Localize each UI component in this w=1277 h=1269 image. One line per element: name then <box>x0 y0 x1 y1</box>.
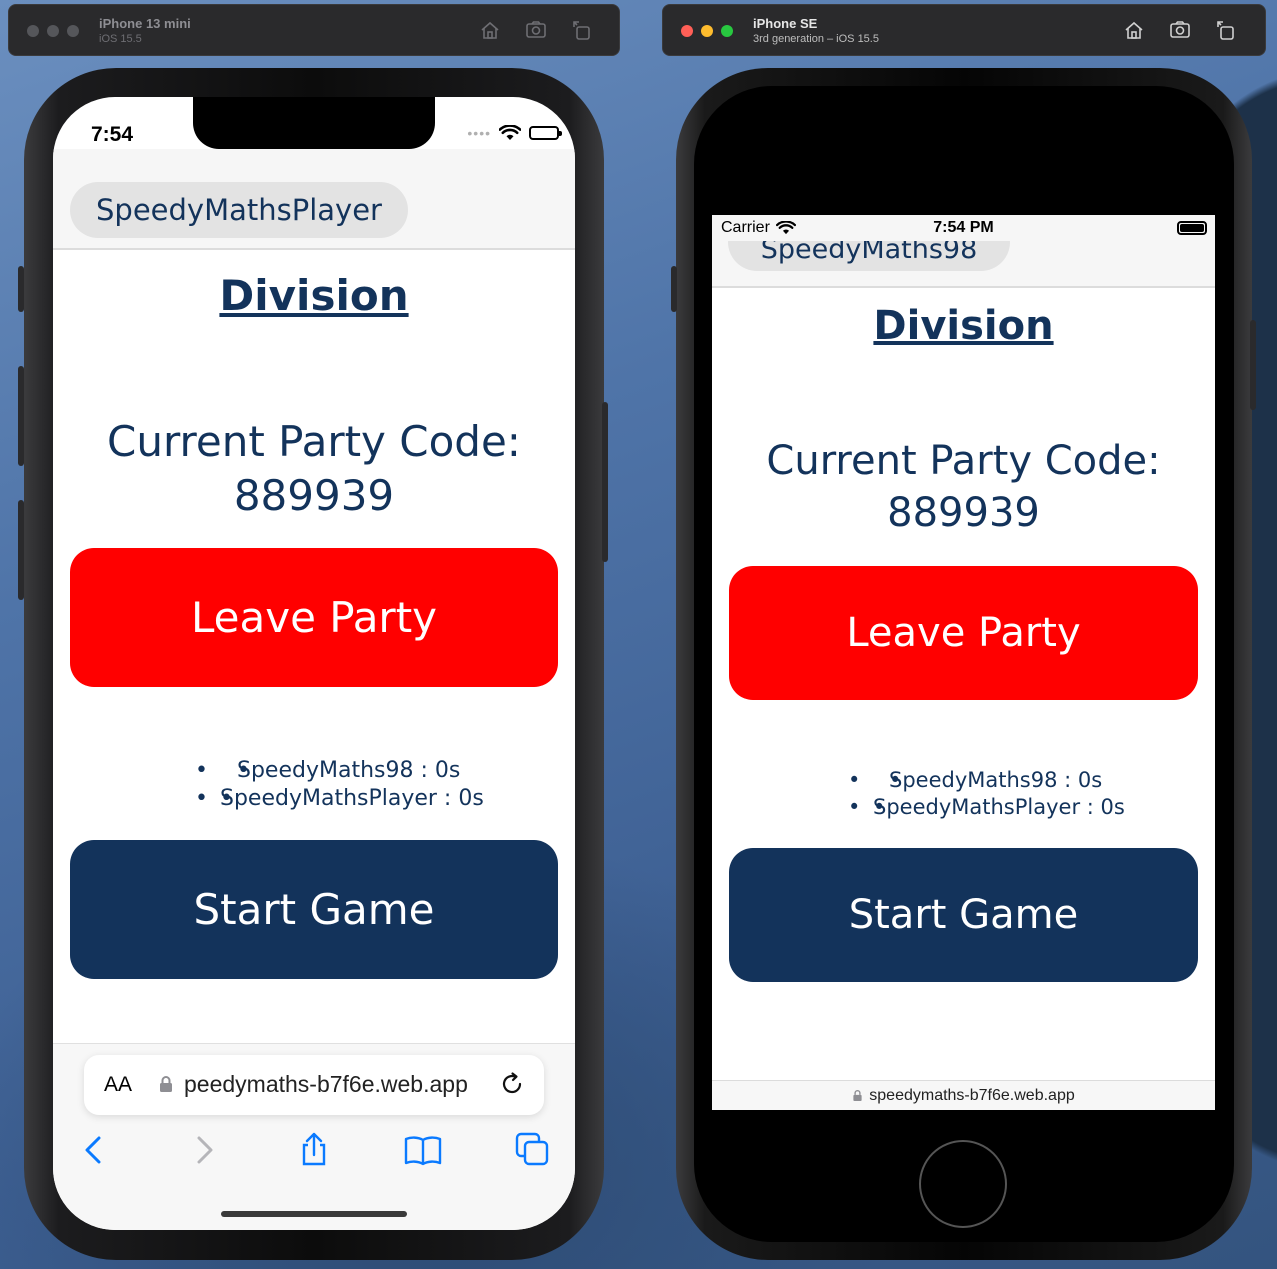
player-list: •SpeedyMaths98 : 0s •SpeedyMathsPlayer :… <box>53 757 575 813</box>
start-game-button[interactable]: Start Game <box>70 840 558 979</box>
volume-down-button <box>18 500 24 600</box>
page-title: Division <box>873 303 1054 349</box>
party-code-label: Current Party Code: <box>766 438 1161 484</box>
status-bar: Carrier 7:54 PM <box>712 215 1215 241</box>
leave-party-button[interactable]: Leave Party <box>729 566 1198 700</box>
list-item: •SpeedyMathsPlayer : 0s <box>712 794 1215 821</box>
text-size-button[interactable]: AA <box>104 1073 132 1097</box>
window-controls <box>681 25 733 37</box>
party-code-value: 889939 <box>887 490 1040 536</box>
rotate-icon[interactable] <box>571 19 593 41</box>
lock-icon <box>853 1090 862 1101</box>
safari-bottom-bar: AA peedymaths-b7f6e.web.app <box>53 1043 575 1230</box>
lock-icon <box>160 1076 172 1092</box>
home-indicator[interactable] <box>221 1211 407 1217</box>
simulator-name: iPhone 13 mini <box>99 16 191 31</box>
notch <box>193 97 435 149</box>
rotate-icon[interactable] <box>1215 19 1237 41</box>
zoom-button[interactable] <box>721 25 733 37</box>
simulator-name: iPhone SE <box>753 16 818 31</box>
forward-icon[interactable] <box>185 1130 225 1170</box>
party-code-label: Current Party Code: <box>107 417 521 466</box>
home-button[interactable] <box>919 1140 1007 1228</box>
list-item: •SpeedyMaths98 : 0s <box>712 767 1215 794</box>
tabs-icon[interactable] <box>513 1130 553 1170</box>
start-game-button[interactable]: Start Game <box>729 848 1198 982</box>
close-button[interactable] <box>681 25 693 37</box>
page-title: Division <box>219 271 409 320</box>
power-button <box>1250 320 1256 410</box>
simulator-os: iOS 15.5 <box>99 33 142 45</box>
url-text: speedymaths-b7f6e.web.app <box>869 1087 1075 1104</box>
wifi-icon <box>499 125 521 140</box>
share-icon[interactable] <box>294 1130 334 1170</box>
app-header: SpeedyMathsPlayer <box>53 149 575 250</box>
back-icon[interactable] <box>73 1130 113 1170</box>
party-code-value: 889939 <box>233 471 395 520</box>
player-list: •SpeedyMaths98 : 0s •SpeedyMathsPlayer :… <box>712 767 1215 821</box>
mute-switch <box>671 266 677 312</box>
battery-icon <box>1177 221 1207 235</box>
close-button[interactable] <box>27 25 39 37</box>
status-icons: •••• <box>467 125 562 141</box>
bookmarks-icon[interactable] <box>403 1130 443 1170</box>
home-icon[interactable] <box>479 19 501 41</box>
list-item: •SpeedyMaths98 : 0s <box>53 757 575 785</box>
power-button <box>602 402 608 562</box>
screenshot-icon[interactable] <box>525 19 547 41</box>
url-text: peedymaths-b7f6e.web.app <box>184 1071 468 1097</box>
simulator-os: 3rd generation – iOS 15.5 <box>753 33 879 45</box>
safari-url-footer[interactable]: speedymaths-b7f6e.web.app <box>712 1080 1215 1110</box>
screenshot-icon[interactable] <box>1169 19 1191 41</box>
mute-switch <box>18 266 24 312</box>
minimize-button[interactable] <box>701 25 713 37</box>
status-time: 7:54 <box>91 123 134 146</box>
party-code: Current Party Code: 889939 <box>712 435 1215 539</box>
simulator-titlebar-right: iPhone SE 3rd generation – iOS 15.5 <box>662 4 1266 56</box>
volume-up-button <box>18 366 24 466</box>
leave-party-button[interactable]: Leave Party <box>70 548 558 687</box>
home-icon[interactable] <box>1123 19 1145 41</box>
status-time: 7:54 PM <box>933 219 994 236</box>
minimize-button[interactable] <box>47 25 59 37</box>
iphone-se-screen: SpeedyMaths98 Carrier 7:54 PM Division C… <box>712 215 1215 1110</box>
simulator-titlebar-left: iPhone 13 mini iOS 15.5 <box>8 4 620 56</box>
reload-icon[interactable] <box>498 1069 528 1099</box>
signal-icon: •••• <box>467 125 491 141</box>
username-pill[interactable]: SpeedyMathsPlayer <box>70 182 408 238</box>
iphone-13-mini-screen: SpeedyMathsPlayer 7:54 •••• Division Cur… <box>53 97 575 1230</box>
battery-icon <box>529 126 562 140</box>
zoom-button[interactable] <box>67 25 79 37</box>
address-bar[interactable]: AA peedymaths-b7f6e.web.app <box>84 1055 544 1115</box>
window-controls <box>27 25 79 37</box>
party-code: Current Party Code: 889939 <box>53 415 575 523</box>
list-item: •SpeedyMathsPlayer : 0s <box>53 785 575 813</box>
